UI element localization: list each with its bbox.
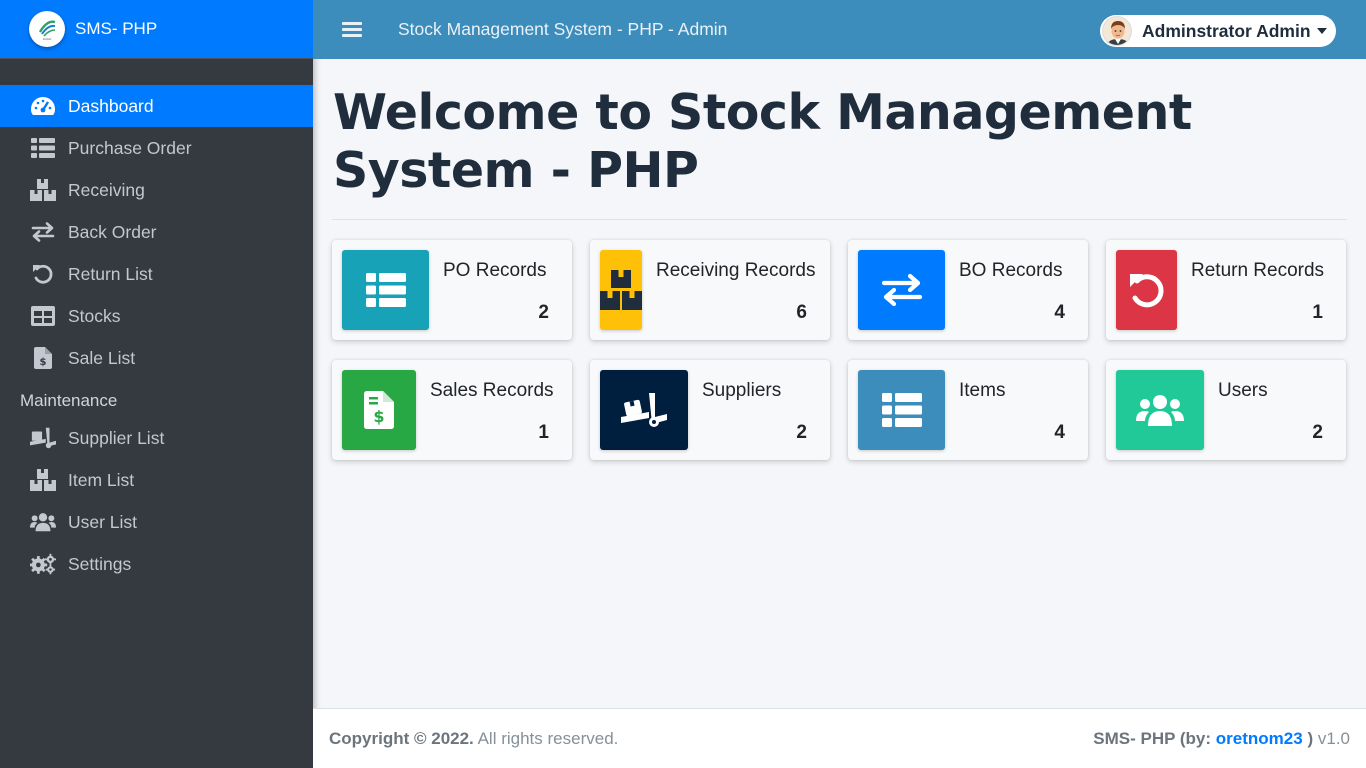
sidebar-item-label: Supplier List	[68, 427, 165, 448]
sidebar-item-label: Return List	[68, 263, 153, 284]
stat-card-po-records[interactable]: PO Records 2	[332, 240, 572, 340]
stat-value: 4	[1054, 422, 1065, 443]
stats-grid: PO Records 2 Receiving Records 6 BO Reco…	[332, 240, 1347, 460]
top-navbar: Stock Management System - PHP - Admin Ad…	[313, 0, 1366, 59]
stat-label: BO Records	[959, 260, 1063, 281]
brand-text: SMS- PHP	[75, 19, 158, 38]
sidebar-item-label: User List	[68, 511, 138, 532]
svg-text:$: $	[40, 357, 47, 368]
version-text: v1.0	[1317, 728, 1350, 748]
sidebar-item-label: Receiving	[68, 179, 145, 200]
boxes-icon	[600, 250, 642, 330]
stat-label: Return Records	[1191, 260, 1325, 281]
sidebar-item-sale-list[interactable]: $ Sale List	[0, 337, 313, 379]
footer-credits: SMS- PHP (by: oretnom23 ) v1.0	[1093, 729, 1350, 749]
undo-icon	[30, 263, 56, 285]
file-invoice-dollar-icon: $	[342, 370, 416, 450]
stat-card-suppliers[interactable]: Suppliers 2	[590, 360, 830, 460]
sidebar-item-purchase-order[interactable]: Purchase Order	[0, 127, 313, 169]
th-list-icon	[342, 250, 429, 330]
chevron-down-icon	[1316, 28, 1327, 34]
sidebar-item-label: Dashboard	[68, 95, 154, 116]
copyright-text: Copyright © 2022.	[329, 728, 474, 748]
stat-card-bo-records[interactable]: BO Records 4	[848, 240, 1088, 340]
truck-loading-icon	[600, 370, 688, 450]
sidebar-item-label: Sale List	[68, 347, 136, 368]
stat-value: 1	[538, 422, 549, 443]
author-link[interactable]: oretnom23	[1216, 729, 1303, 748]
hamburger-menu-icon[interactable]	[342, 22, 362, 37]
rights-text: All rights reserved.	[477, 728, 619, 748]
sidebar-item-user-list[interactable]: User List	[0, 501, 313, 543]
table-icon	[30, 305, 56, 327]
main-content: Welcome to Stock Management System - PHP…	[313, 59, 1366, 708]
avatar	[1102, 16, 1132, 46]
stat-label: PO Records	[443, 260, 547, 281]
sidebar-header-maintenance: Maintenance	[20, 391, 118, 410]
exchange-icon	[858, 250, 945, 330]
sidebar-item-label: Item List	[68, 469, 135, 490]
sidebar-item-settings[interactable]: Settings	[0, 543, 313, 585]
stat-value: 2	[796, 422, 807, 443]
brand-link[interactable]: LOGO SMS- PHP	[0, 0, 313, 59]
file-invoice-dollar-icon: $	[30, 347, 56, 369]
table-list-icon	[30, 137, 56, 159]
divider	[332, 219, 1347, 220]
stat-label: Receiving Records	[656, 260, 816, 281]
stat-value: 2	[538, 302, 549, 323]
svg-text:LOGO: LOGO	[43, 37, 52, 41]
stat-card-items[interactable]: Items 4	[848, 360, 1088, 460]
sidebar-item-receiving[interactable]: Receiving	[0, 169, 313, 211]
dashboard-icon	[30, 95, 56, 117]
boxes-icon	[30, 179, 56, 201]
users-icon	[1116, 370, 1204, 450]
sidebar-nav: Dashboard Purchase Order Receiving Back …	[0, 85, 313, 585]
th-list-icon	[858, 370, 945, 450]
boxes-icon	[30, 469, 56, 491]
user-name: Adminstrator Admin	[1142, 20, 1311, 41]
stat-label: Suppliers	[702, 380, 782, 401]
exchange-icon	[30, 221, 56, 243]
footer-app-name: SMS- PHP (by:	[1093, 728, 1212, 748]
stat-label: Users	[1218, 380, 1268, 401]
sidebar-item-stocks[interactable]: Stocks	[0, 295, 313, 337]
users-icon	[30, 511, 56, 533]
brand-logo: LOGO	[29, 11, 65, 47]
sidebar: LOGO SMS- PHP Dashboard Purchase Order R…	[0, 0, 313, 768]
sidebar-item-label: Purchase Order	[68, 137, 192, 158]
page-title: Welcome to Stock Management System - PHP	[333, 84, 1192, 199]
stat-card-return-records[interactable]: Return Records 1	[1106, 240, 1346, 340]
stat-label: Items	[959, 380, 1006, 401]
stat-value: 6	[796, 302, 807, 323]
cogs-icon	[30, 553, 56, 575]
footer: Copyright © 2022. All rights reserved. S…	[313, 708, 1366, 768]
sidebar-item-back-order[interactable]: Back Order	[0, 211, 313, 253]
stat-value: 4	[1054, 302, 1065, 323]
stat-label: Sales Records	[430, 380, 554, 401]
stat-card-receiving-records[interactable]: Receiving Records 6	[590, 240, 830, 340]
stat-card-sales-records[interactable]: $ Sales Records 1	[332, 360, 572, 460]
stat-value: 1	[1312, 302, 1323, 323]
stat-card-users[interactable]: Users 2	[1106, 360, 1346, 460]
sidebar-item-dashboard[interactable]: Dashboard	[0, 85, 313, 127]
sidebar-item-label: Back Order	[68, 221, 157, 242]
svg-text:$: $	[373, 407, 384, 426]
truck-loading-icon	[30, 427, 56, 449]
footer-close-paren: )	[1307, 728, 1314, 748]
navbar-title: Stock Management System - PHP - Admin	[398, 19, 728, 39]
stat-value: 2	[1312, 422, 1323, 443]
footer-copyright: Copyright © 2022. All rights reserved.	[329, 729, 618, 749]
sidebar-item-item-list[interactable]: Item List	[0, 459, 313, 501]
sidebar-item-label: Stocks	[68, 305, 121, 326]
sidebar-item-label: Settings	[68, 553, 132, 574]
undo-icon	[1116, 250, 1177, 330]
user-menu-dropdown[interactable]: Adminstrator Admin	[1100, 15, 1336, 47]
sidebar-item-return-list[interactable]: Return List	[0, 253, 313, 295]
sidebar-item-supplier-list[interactable]: Supplier List	[0, 417, 313, 459]
